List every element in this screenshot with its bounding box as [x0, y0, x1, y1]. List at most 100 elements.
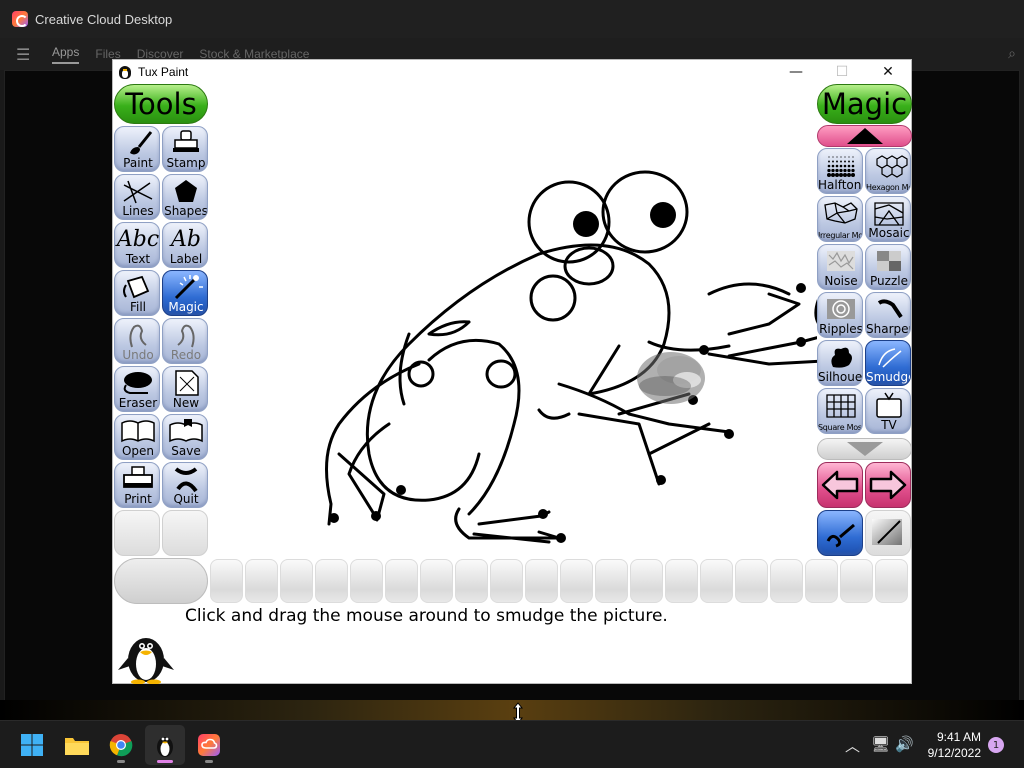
taskbar-creative-cloud[interactable] — [189, 725, 229, 765]
magic-scroll-up-button[interactable] — [817, 125, 912, 147]
tool-label: Shapes — [164, 204, 208, 218]
magic-scroll-down-button[interactable] — [817, 438, 912, 460]
taskbar-chrome[interactable] — [101, 725, 141, 765]
tux-mascot-icon — [118, 638, 174, 684]
windows-start-icon — [21, 734, 43, 756]
clock[interactable]: 9:41 AM 9/12/2022 — [928, 729, 981, 761]
eraser-icon — [115, 368, 159, 398]
color-swatch[interactable] — [595, 559, 628, 603]
tool-save-button[interactable]: Save — [162, 414, 208, 460]
tool-redo-button[interactable]: Redo — [162, 318, 208, 364]
magic-mosaic-button[interactable]: Mosaic — [865, 196, 911, 242]
tool-label-button[interactable]: Ab Label — [162, 222, 208, 268]
tool-label: Fill — [129, 300, 147, 314]
previous-button[interactable] — [817, 462, 863, 508]
puzzle-icon — [866, 246, 910, 276]
tool-quit-button[interactable]: Quit — [162, 462, 208, 508]
notification-badge[interactable]: 1 — [988, 737, 1004, 753]
tool-label: Save — [171, 444, 201, 458]
color-swatch[interactable] — [525, 559, 558, 603]
empty-tool-slot — [162, 510, 208, 556]
paintbrush-icon — [115, 128, 159, 158]
arrow-up-icon — [846, 128, 883, 144]
current-color-swatch[interactable] — [114, 558, 208, 604]
magic-irregular-mosaic-button[interactable]: Irregular Mosaic — [817, 196, 863, 242]
magic-square-mosaic-button[interactable]: Square Mosaic — [817, 388, 863, 434]
tool-shapes-button[interactable]: Shapes — [162, 174, 208, 220]
creative-cloud-logo-icon — [12, 11, 28, 27]
color-swatch[interactable] — [735, 559, 768, 603]
color-swatch[interactable] — [280, 559, 313, 603]
tool-open-button[interactable]: Open — [114, 414, 160, 460]
close-button[interactable]: ✕ — [865, 60, 911, 84]
tool-text-button[interactable]: Abc Text — [114, 222, 160, 268]
magic-label: Irregular Mosaic — [818, 231, 863, 240]
tool-print-button[interactable]: Print — [114, 462, 160, 508]
search-icon[interactable]: ⌕ — [1008, 46, 1016, 62]
ripples-icon — [818, 294, 862, 324]
drawing-canvas[interactable] — [209, 124, 817, 550]
text-icon: Abc — [116, 226, 160, 252]
magic-smudge-button[interactable]: Smudge — [865, 340, 911, 386]
magic-silhouette-button[interactable]: Silhouette — [817, 340, 863, 386]
color-swatch[interactable] — [875, 559, 908, 603]
silhouette-icon — [818, 342, 862, 372]
tool-lines-button[interactable]: Lines — [114, 174, 160, 220]
network-icon[interactable]: 🖥 — [871, 735, 890, 753]
color-swatch[interactable] — [560, 559, 593, 603]
clock-time: 9:41 AM — [936, 730, 981, 744]
tux-app-icon — [117, 64, 133, 80]
tool-new-button[interactable]: New — [162, 366, 208, 412]
tux-paint-window: Tux Paint — ☐ ✕ Tools Magic Click and dr… — [112, 59, 912, 684]
color-swatch[interactable] — [385, 559, 418, 603]
magic-tv-button[interactable]: TV — [865, 388, 911, 434]
magic-noise-button[interactable]: Noise — [817, 244, 863, 290]
color-swatch[interactable] — [805, 559, 838, 603]
minimize-button[interactable]: — — [773, 60, 819, 84]
color-swatch[interactable] — [490, 559, 523, 603]
tool-fill-button[interactable]: Fill — [114, 270, 160, 316]
fullscreen-mode-button[interactable] — [865, 510, 911, 556]
magic-sharpen-button[interactable]: Sharpen — [865, 292, 911, 338]
redo-icon — [163, 320, 207, 350]
open-book-icon — [115, 416, 159, 446]
frog-drawing — [325, 170, 817, 544]
volume-icon[interactable]: 🔊 — [895, 735, 914, 753]
color-swatch[interactable] — [420, 559, 453, 603]
color-swatch[interactable] — [630, 559, 663, 603]
color-swatch[interactable] — [770, 559, 803, 603]
magic-label: Hexagon Mosaic — [866, 183, 910, 192]
tool-undo-button[interactable]: Undo — [114, 318, 160, 364]
hamburger-menu-icon[interactable]: ☰ — [16, 45, 36, 64]
chevron-up-icon[interactable]: ︿ — [845, 735, 860, 756]
arrow-left-icon — [821, 470, 859, 500]
color-swatch[interactable] — [245, 559, 278, 603]
cc-tab-apps[interactable]: Apps — [52, 45, 80, 64]
magic-halftone-button[interactable]: Halftone — [817, 148, 863, 194]
halftone-icon — [818, 150, 862, 180]
color-swatch[interactable] — [315, 559, 348, 603]
color-swatch[interactable] — [665, 559, 698, 603]
magic-ripples-button[interactable]: Ripples — [817, 292, 863, 338]
color-swatch[interactable] — [210, 559, 243, 603]
magic-label: Ripples — [819, 322, 863, 336]
tool-label: New — [172, 396, 200, 410]
tool-paint-button[interactable]: Paint — [114, 126, 160, 172]
tool-label: Print — [124, 492, 152, 506]
maximize-button[interactable]: ☐ — [819, 60, 865, 84]
taskbar-tux-paint[interactable] — [145, 725, 185, 765]
color-swatch[interactable] — [840, 559, 873, 603]
next-button[interactable] — [865, 462, 911, 508]
tool-magic-button[interactable]: Magic — [162, 270, 208, 316]
taskbar-file-explorer[interactable] — [57, 725, 97, 765]
tux-paint-titlebar: Tux Paint — ☐ ✕ — [113, 60, 911, 84]
tool-stamp-button[interactable]: Stamp — [162, 126, 208, 172]
magic-puzzle-button[interactable]: Puzzle — [865, 244, 911, 290]
color-swatch[interactable] — [455, 559, 488, 603]
color-swatch[interactable] — [700, 559, 733, 603]
tool-eraser-button[interactable]: Eraser — [114, 366, 160, 412]
color-swatch[interactable] — [350, 559, 383, 603]
paint-mode-button[interactable] — [817, 510, 863, 556]
start-button[interactable] — [12, 725, 52, 765]
magic-hexagon-mosaic-button[interactable]: Hexagon Mosaic — [865, 148, 911, 194]
